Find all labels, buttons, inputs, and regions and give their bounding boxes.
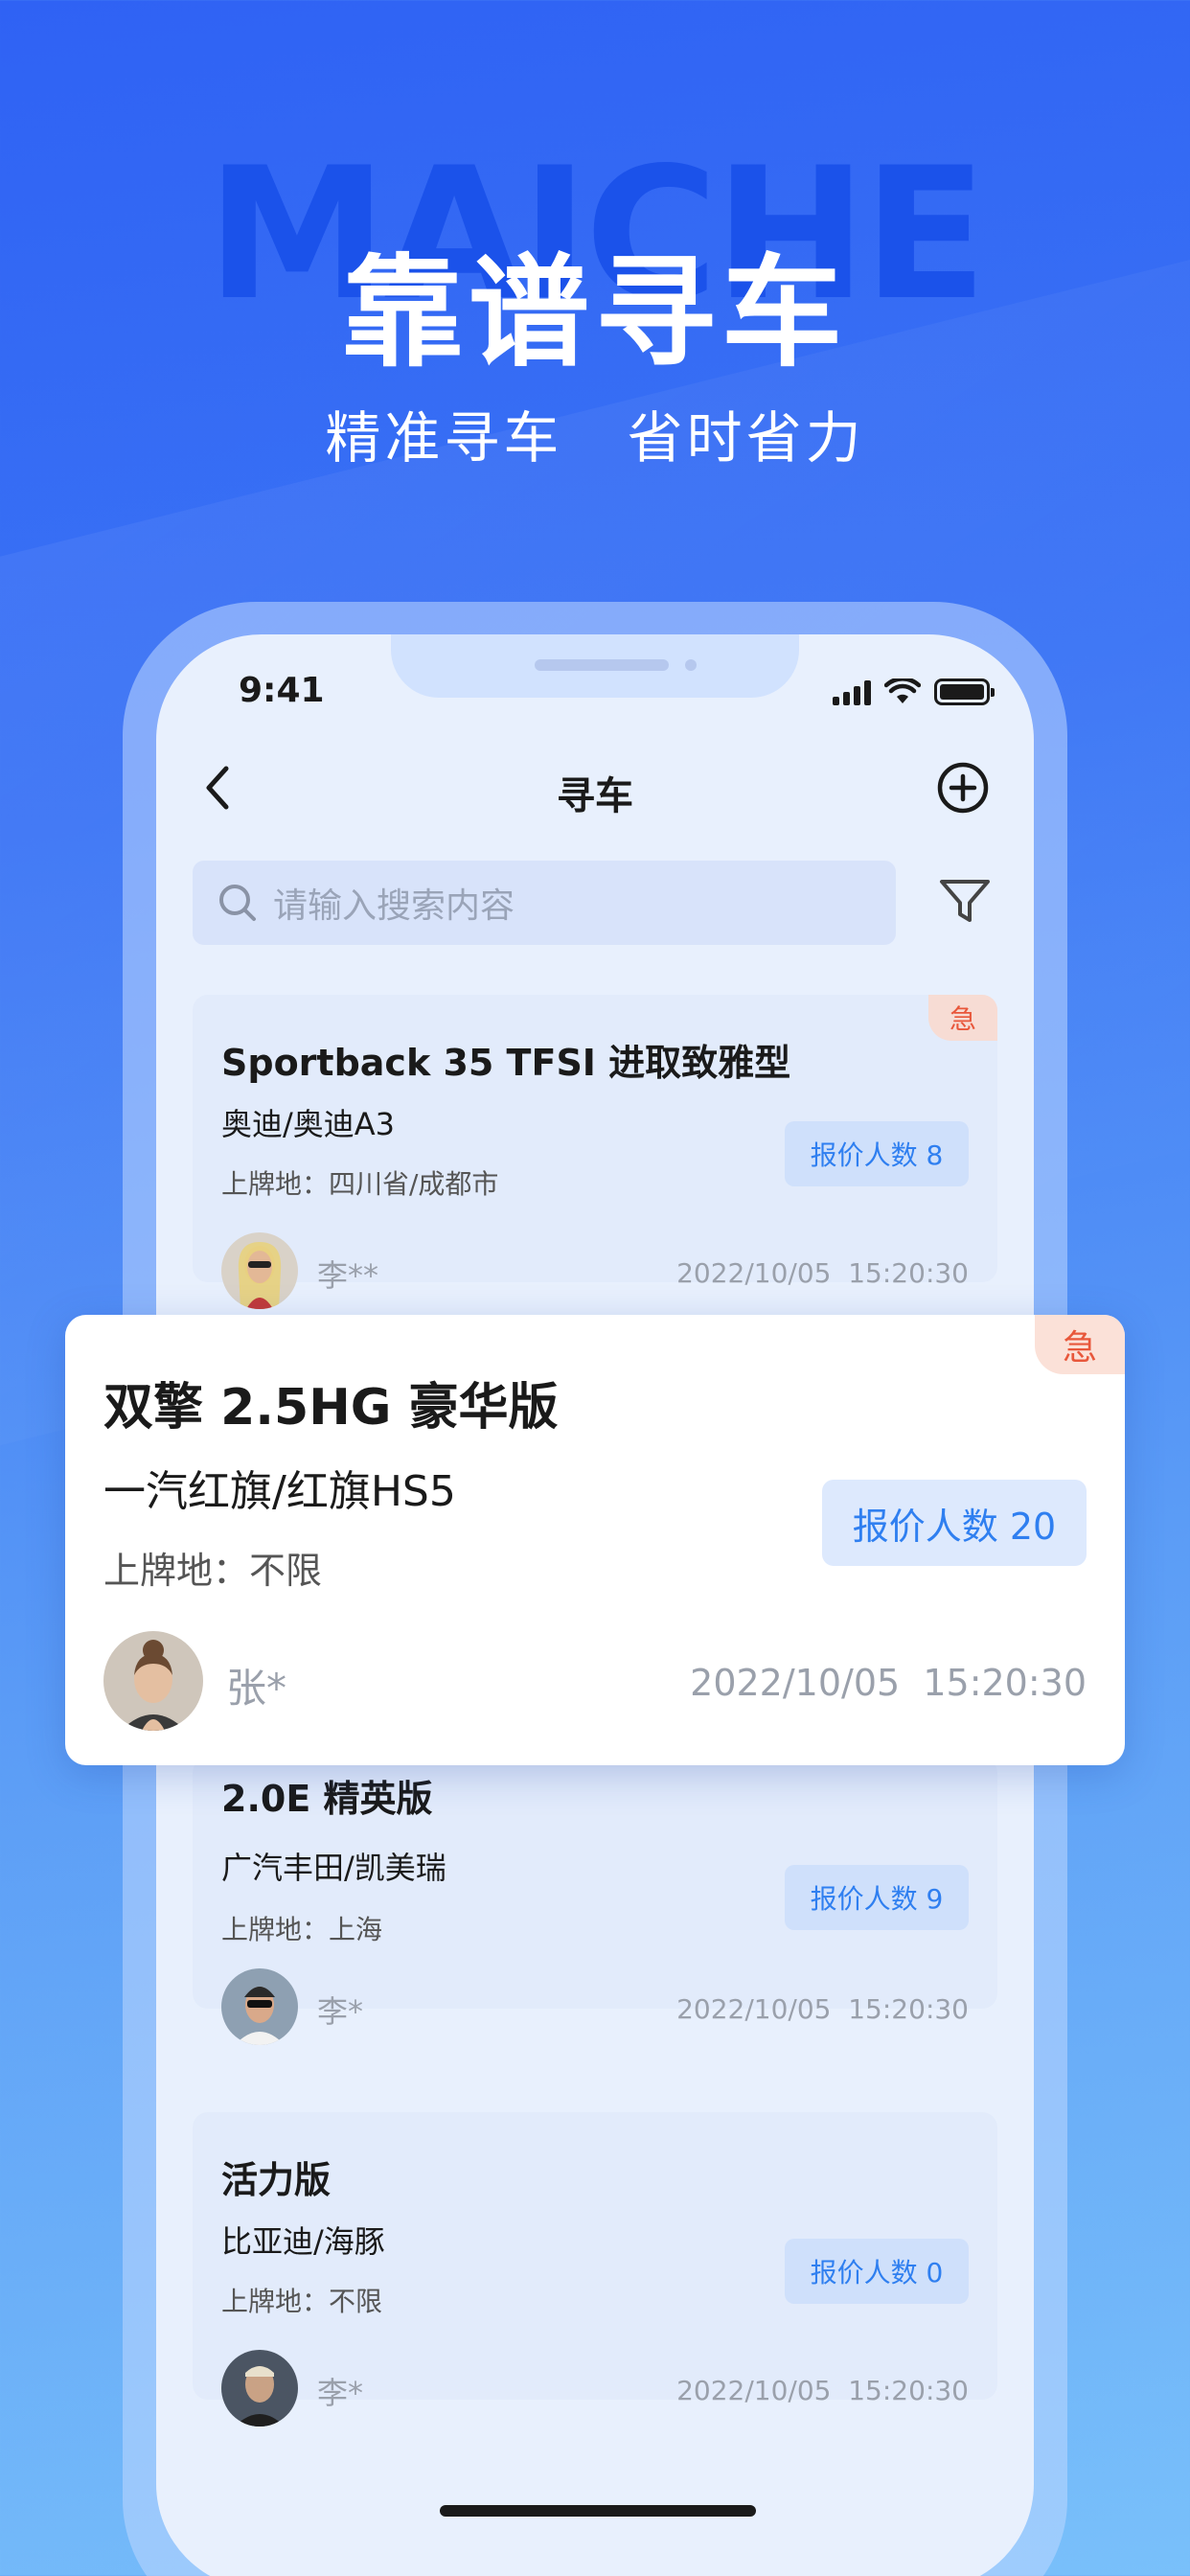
hero-subtitle: 精准寻车 省时省力	[325, 405, 865, 471]
quote-count-button[interactable]: 报价人数 20	[822, 1480, 1087, 1566]
post-time: 2022/10/05 15:20:30	[676, 1257, 969, 1289]
speaker-grille	[535, 659, 669, 671]
listing-title: 活力版	[221, 2159, 332, 2201]
home-indicator	[440, 2505, 756, 2517]
wifi-icon	[884, 678, 921, 703]
urgent-badge: 急	[928, 995, 997, 1041]
cellular-signal-icon	[833, 680, 871, 705]
avatar	[221, 2350, 298, 2426]
battery-icon	[934, 678, 995, 705]
highlighted-listing-card[interactable]: 急 双擎 2.5HG 豪华版 一汽红旗/红旗HS5 上牌地：不限 报价人数 20…	[65, 1315, 1125, 1765]
listing-plate-location: 上牌地：四川省/成都市	[221, 1168, 499, 1200]
filter-button[interactable]	[936, 872, 994, 930]
listing-plate-location: 上牌地：上海	[221, 1914, 383, 1945]
post-time: 2022/10/05 15:20:30	[690, 1662, 1087, 1704]
search-input[interactable]: 请输入搜索内容	[193, 861, 896, 945]
user-name: 李*	[317, 2375, 364, 2411]
user-name: 张*	[226, 1665, 287, 1712]
quote-count-button[interactable]: 报价人数 9	[785, 1865, 969, 1930]
user-name: 李**	[317, 1257, 379, 1294]
listing-model: 比亚迪/海豚	[221, 2223, 385, 2260]
page-title: 寻车	[557, 774, 633, 818]
quote-count-button[interactable]: 报价人数 0	[785, 2239, 969, 2304]
listing-plate-location: 上牌地：不限	[103, 1550, 323, 1592]
quote-count-button[interactable]: 报价人数 8	[785, 1121, 969, 1186]
listing-card[interactable]: 急 Sportback 35 TFSI 进取致雅型 奥迪/奥迪A3 上牌地：四川…	[193, 995, 997, 1309]
post-time: 2022/10/05 15:20:30	[676, 1993, 969, 2025]
listing-title: 双擎 2.5HG 豪华版	[103, 1379, 559, 1437]
user-name: 李*	[317, 1993, 364, 2030]
listing-plate-location: 上牌地：不限	[221, 2286, 383, 2317]
listing-card[interactable]: 2.0E 精英版 广汽丰田/凯美瑞 上牌地：上海 报价人数 9 李* 2022/…	[193, 1758, 997, 2045]
front-camera	[685, 659, 697, 671]
post-time: 2022/10/05 15:20:30	[676, 2375, 969, 2406]
listing-model: 广汽丰田/凯美瑞	[221, 1850, 446, 1886]
listing-model: 一汽红旗/红旗HS5	[103, 1467, 456, 1516]
status-time: 9:41	[239, 671, 325, 710]
avatar	[103, 1631, 203, 1731]
hero-title: 靠谱寻车	[342, 242, 848, 383]
urgent-badge: 急	[1035, 1315, 1125, 1374]
phone-notch	[391, 634, 799, 698]
listing-model: 奥迪/奥迪A3	[221, 1106, 396, 1142]
search-icon	[219, 885, 256, 921]
listing-card[interactable]: 活力版 比亚迪/海豚 上牌地：不限 报价人数 0 李* 2022/10/05 1…	[193, 2112, 997, 2426]
avatar	[221, 1232, 298, 1309]
listing-title: Sportback 35 TFSI 进取致雅型	[221, 1042, 791, 1084]
add-button[interactable]	[934, 759, 992, 816]
status-icons	[833, 677, 995, 705]
search-placeholder: 请输入搜索内容	[273, 886, 515, 926]
listing-title: 2.0E 精英版	[221, 1778, 433, 1820]
avatar	[221, 1968, 298, 2045]
